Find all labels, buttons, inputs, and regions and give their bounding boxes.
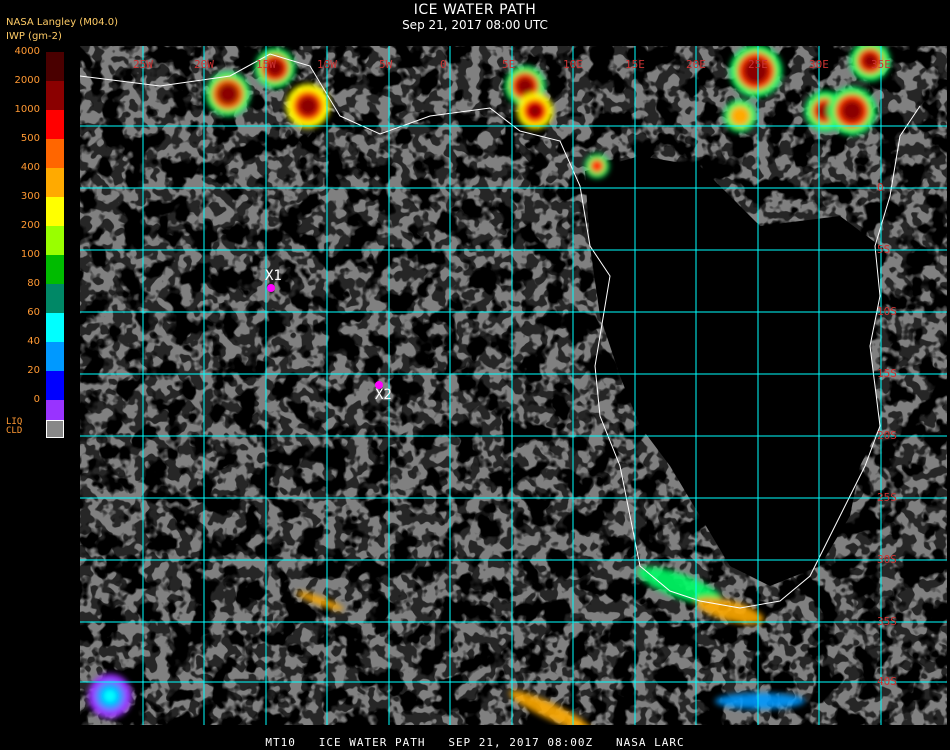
latitude-label: 20S xyxy=(877,429,897,442)
legend-label: 20 xyxy=(27,365,40,376)
legend-label: 400 xyxy=(20,162,40,173)
legend-label: 0 xyxy=(33,394,40,405)
map-svg xyxy=(79,41,947,732)
longitude-label: 25W xyxy=(133,58,153,71)
longitude-label: 0 xyxy=(440,58,447,71)
longitude-label: 20W xyxy=(194,58,214,71)
longitude-label: 5W xyxy=(379,58,393,71)
legend-label: 2000 xyxy=(14,75,40,86)
legend-label: 4000 xyxy=(14,46,40,57)
longitude-label: 10W xyxy=(317,58,337,71)
marker-x2-label: X2 xyxy=(375,387,392,403)
units-label: IWP (gm-2) xyxy=(6,31,62,42)
longitude-label: 15E xyxy=(625,58,645,71)
legend-label: 1000 xyxy=(14,104,40,115)
marker-x1-label: X1 xyxy=(265,268,282,284)
legend-swatch xyxy=(46,52,64,81)
legend-label: 300 xyxy=(20,191,40,202)
latitude-label: 10S xyxy=(877,305,897,318)
longitude-label: 15W xyxy=(256,58,276,71)
latitude-label: 35S xyxy=(877,615,897,628)
legend-swatch xyxy=(46,371,64,400)
liquid-cloud-swatch xyxy=(46,420,64,438)
cell-7 xyxy=(730,45,782,97)
latitude-label: 15S xyxy=(877,367,897,380)
cell-8 xyxy=(724,100,756,132)
legend-swatch xyxy=(46,313,64,342)
longitude-label: 25E xyxy=(748,58,768,71)
legend-label: 500 xyxy=(20,133,40,144)
cell-10 xyxy=(828,87,876,135)
longitude-label: 10E xyxy=(563,58,583,71)
legend-label: 40 xyxy=(27,336,40,347)
latitude-label: 0 xyxy=(877,181,884,194)
footer-caption: MT10 ICE WATER PATH SEP 21, 2017 08:00Z … xyxy=(265,736,685,749)
marker-x1 xyxy=(267,284,275,292)
legend-swatch xyxy=(46,168,64,197)
legend-swatch xyxy=(46,139,64,168)
cell-12 xyxy=(88,674,132,718)
latitude-label: 30S xyxy=(877,553,897,566)
longitude-label: 5E xyxy=(502,58,516,71)
longitude-label: 35E xyxy=(871,58,891,71)
legend-swatch xyxy=(46,81,64,110)
latitude-label: 40S xyxy=(877,675,897,688)
legend-swatch xyxy=(46,226,64,255)
satellite-map: 25W 20W 15W 10W 5W 0 5E 10E 15E 20E 25E 30E 35E 0 5S 1… xyxy=(79,41,947,732)
legend-label: 100 xyxy=(20,249,40,260)
latitude-label: 25S xyxy=(877,491,897,504)
legend-swatch xyxy=(46,342,64,371)
latitude-label: 5S xyxy=(877,243,891,256)
legend-swatch xyxy=(46,110,64,139)
legend-label: 60 xyxy=(27,307,40,318)
map-title: ICE WATER PATH xyxy=(413,2,537,18)
legend-swatch xyxy=(46,284,64,313)
longitude-label: 20E xyxy=(686,58,706,71)
liquid-cloud-label: LIQ CLD xyxy=(6,418,22,436)
cloud-label: CLD xyxy=(6,426,23,436)
cell-3 xyxy=(286,84,330,128)
longitude-label: 30E xyxy=(809,58,829,71)
organization-label: NASA Langley (M04.0) xyxy=(6,17,118,28)
legend-label: 80 xyxy=(27,278,40,289)
legend-swatch xyxy=(46,255,64,284)
cell-6 xyxy=(585,154,609,178)
map-subtitle: Sep 21, 2017 08:00 UTC xyxy=(402,18,548,32)
legend-label: 200 xyxy=(20,220,40,231)
legend-swatch xyxy=(46,197,64,226)
cell-5 xyxy=(517,93,553,129)
